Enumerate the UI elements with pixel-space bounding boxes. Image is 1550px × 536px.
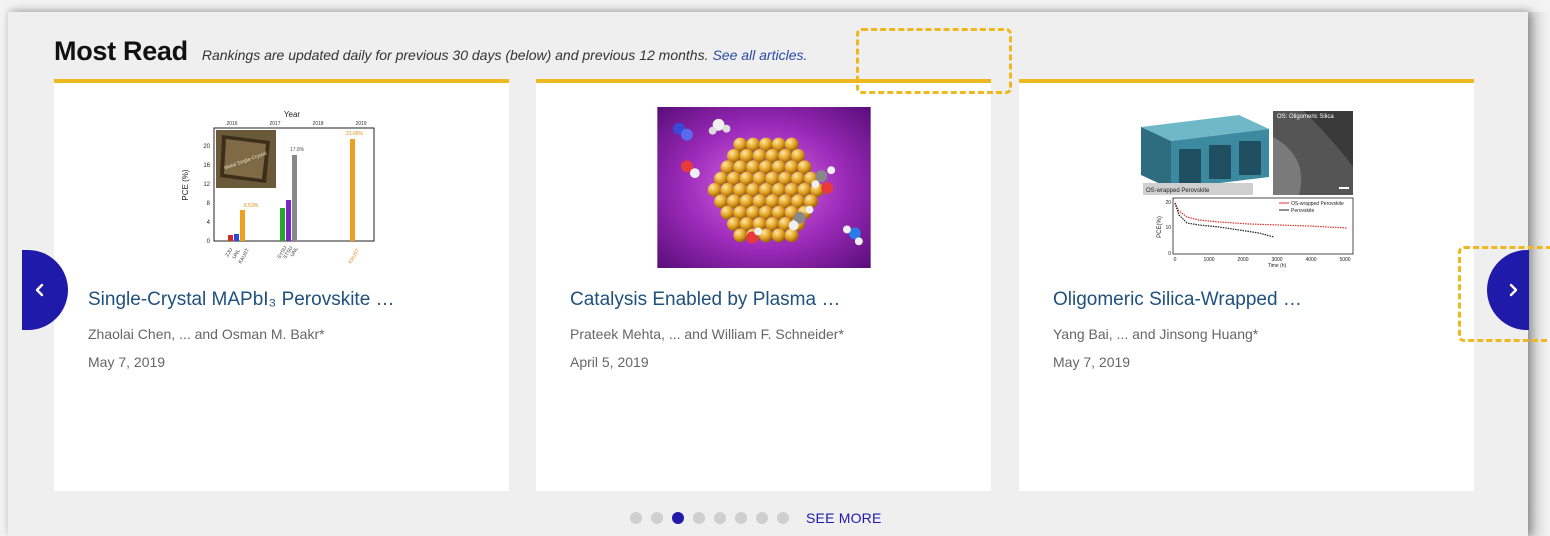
thumb-x-tick: 1000 [1203, 257, 1214, 263]
thumb-bar-label: 6.53% [244, 203, 259, 209]
thumb-y-tick: 20 [1165, 200, 1171, 206]
thumb-y-label: PCE (%) [181, 169, 190, 200]
article-authors: Prateek Mehta, ... and William F. Schnei… [570, 326, 844, 342]
pagination-dot[interactable] [651, 512, 663, 524]
article-thumbnail-pce-chart[interactable]: Year 2016 2017 2018 2019 PCE (%) 20 16 1… [173, 107, 390, 270]
article-date: April 5, 2019 [570, 354, 649, 370]
article-title-link[interactable]: Catalysis Enabled by Plasma … [570, 289, 840, 311]
article-card-3[interactable]: OS-wrapped Perovskite OS: Oligomeric Sil… [1019, 83, 1474, 491]
thumb-year-tick: 2017 [269, 121, 280, 127]
article-card-2[interactable]: Catalysis Enabled by Plasma … Prateek Me… [536, 83, 991, 491]
gold-atom [771, 228, 786, 243]
thumb-tem-image: OS: Oligomeric Silica [1272, 111, 1353, 195]
thumb-y-tick: 16 [203, 163, 210, 169]
see-more-link[interactable]: SEE MORE [806, 510, 882, 526]
pagination-dot[interactable] [693, 512, 705, 524]
chevron-right-icon [1509, 283, 1518, 297]
thumb-bar [291, 155, 297, 241]
pagination-dots [630, 512, 798, 524]
pagination-dot[interactable] [672, 512, 684, 524]
thumb-bar [233, 234, 239, 241]
thumb-legend-item: OS-wrapped Perovskite [1291, 201, 1344, 207]
gold-atom [784, 228, 799, 243]
section-header: Most Read Rankings are updated daily for… [54, 36, 807, 67]
thumb-bar [349, 139, 355, 241]
article-thumbnail-silica-chart[interactable]: OS-wrapped Perovskite OS: Oligomeric Sil… [1138, 107, 1355, 270]
pagination-dot[interactable] [735, 512, 747, 524]
article-authors: Yang Bai, ... and Jinsong Huang* [1053, 326, 1259, 342]
article-card-1[interactable]: Year 2016 2017 2018 2019 PCE (%) 20 16 1… [54, 83, 509, 491]
article-title-link[interactable]: Oligomeric Silica-Wrapped … [1053, 289, 1302, 311]
thumb-bar-label: 17.8% [290, 147, 305, 153]
thumb-left-label: OS-wrapped Perovskite [1146, 188, 1210, 194]
thumb-bar [239, 210, 245, 241]
thumb-year-label: Year [283, 110, 300, 119]
carousel-pagination: SEE MORE [630, 510, 882, 526]
thumb-year-tick: 2018 [312, 121, 323, 127]
section-subtitle: Rankings are updated daily for previous … [201, 47, 709, 63]
article-date: May 7, 2019 [88, 354, 166, 370]
thumb-top-right-label: OS: Oligomeric Silica [1277, 114, 1334, 120]
thumb-bar [227, 235, 233, 241]
page-edge-shadow [1528, 12, 1550, 536]
chevron-left-icon [35, 283, 44, 297]
thumb-year-tick: 2016 [226, 121, 237, 127]
thumb-y-tick: 12 [203, 182, 210, 188]
thumb-bar [285, 200, 291, 241]
thumb-bar-label: 21.09% [346, 131, 364, 137]
thumb-y-tick: 10 [1165, 225, 1171, 231]
pagination-dot[interactable] [777, 512, 789, 524]
thumb-y-tick: 0 [1168, 251, 1171, 257]
thumb-legend-item: Perovskite [1291, 208, 1315, 214]
thumb-y-label: PCE(%) [1157, 216, 1163, 238]
see-all-articles-link[interactable]: See all articles. [712, 47, 807, 63]
thumb-x-tick: 5000 [1339, 257, 1350, 263]
pagination-dot[interactable] [714, 512, 726, 524]
thumb-year-tick: 2019 [355, 121, 366, 127]
article-title-link[interactable]: Single-Crystal MAPbI₃ Perovskite … [88, 289, 395, 311]
thumb-perovskite-block: OS-wrapped Perovskite [1140, 115, 1269, 195]
thumb-x-label: Time (h) [1267, 263, 1286, 269]
thumb-x-tick: 4000 [1305, 257, 1316, 263]
thumb-inset-photo: Metal Single-Crystal [215, 130, 276, 188]
thumb-x-tick: 2000 [1237, 257, 1248, 263]
section-title: Most Read [54, 36, 188, 66]
thumb-x-tick: 0 [1173, 257, 1176, 263]
pagination-dot[interactable] [756, 512, 768, 524]
article-date: May 7, 2019 [1053, 354, 1131, 370]
article-authors: Zhaolai Chen, ... and Osman M. Bakr* [88, 326, 325, 342]
gold-atom [732, 228, 747, 243]
thumb-bar [279, 208, 285, 241]
pagination-dot[interactable] [630, 512, 642, 524]
thumb-y-tick: 20 [203, 144, 210, 150]
article-thumbnail-nanoparticle[interactable] [656, 107, 872, 268]
